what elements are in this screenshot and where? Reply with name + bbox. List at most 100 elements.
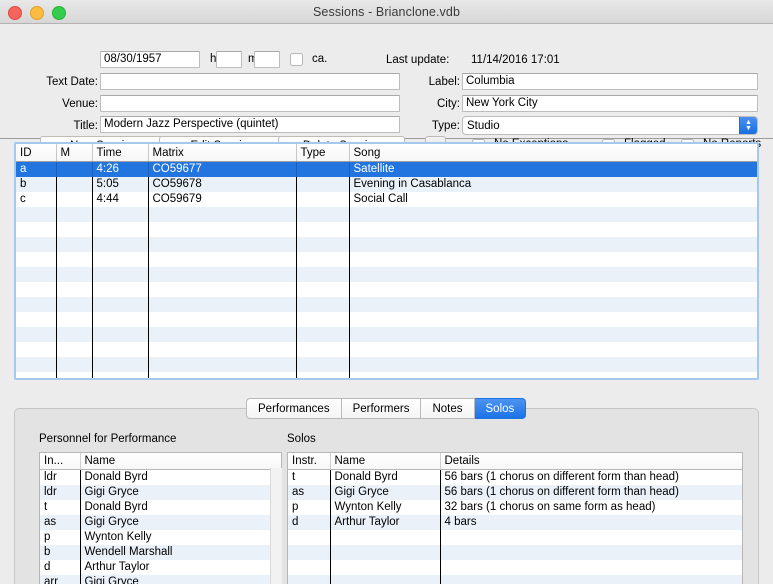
column-header-time[interactable]: Time [92,144,149,162]
table-row-empty[interactable] [16,372,757,378]
table-row-empty[interactable] [16,267,757,282]
tab-solos[interactable]: Solos [474,398,527,419]
tab-performances[interactable]: Performances [246,398,342,419]
city-input[interactable]: New York City [462,95,758,112]
cell-empty [16,372,57,378]
text-date-input[interactable] [100,73,400,90]
table-row-empty[interactable] [16,237,757,252]
table-row-empty[interactable] [16,342,757,357]
column-header-song[interactable]: Song [349,144,757,162]
solos-row[interactable]: p Wynton Kelly 32 bars (1 chorus on same f… [288,500,742,515]
solos-row[interactable]: as Gigi Gryce 56 bars (1 chorus on differe… [288,485,742,500]
table-row-empty[interactable] [16,222,757,237]
personnel-row[interactable]: arr Gigi Gryce [40,575,281,584]
personnel-row[interactable]: ldr Gigi Gryce [40,485,281,500]
table-row-empty[interactable] [16,327,757,342]
solos-row-empty[interactable] [288,575,742,584]
cell-empty [92,267,149,282]
column-header-id[interactable]: ID [16,144,57,162]
cell-instr: as [288,485,331,500]
cell-id: a [16,161,57,177]
personnel-column-header-instrument[interactable]: In... [40,453,81,470]
solos-column-header-instrument[interactable]: Instr. [288,453,331,470]
column-header-matrix[interactable]: Matrix [148,144,297,162]
table-row[interactable]: a 4:26 CO59677 Satellite [16,161,757,177]
cell-empty [440,530,742,545]
cell-empty [56,342,93,357]
table-row-empty[interactable] [16,312,757,327]
personnel-row[interactable]: as Gigi Gryce [40,515,281,530]
label-label: Label: [428,76,460,88]
table-row[interactable]: c 4:44 CO59679 Social Call [16,192,757,207]
venue-input[interactable] [100,95,400,112]
type-select[interactable]: Studio ▲ ▼ [462,116,758,135]
label-input[interactable]: Columbia [462,73,758,90]
cell-empty [148,282,297,297]
cell-name: Donald Byrd [330,469,441,485]
ca-checkbox[interactable] [290,53,303,66]
table-row-empty[interactable] [16,282,757,297]
table-row-empty[interactable] [16,357,757,372]
solos-column-header-details[interactable]: Details [440,453,742,470]
cell-details: 32 bars (1 chorus on same form as head) [444,501,656,513]
tab-notes[interactable]: Notes [421,398,475,419]
column-header-m[interactable]: M [56,144,93,162]
cell-empty [16,222,57,237]
cell-empty [56,312,93,327]
solos-table-container[interactable]: Instr. Name Details t Donald Byrd 56 bars … [287,452,743,584]
solos-row-empty[interactable] [288,560,742,575]
solos-row-empty[interactable] [288,530,742,545]
cell-empty [296,282,350,297]
column-header-type[interactable]: Type [296,144,350,162]
personnel-row[interactable]: t Donald Byrd [40,500,281,515]
cell-empty [330,575,441,584]
type-selected-value: Studio [467,119,500,132]
hour-input[interactable] [216,51,242,68]
cell-empty [296,327,350,342]
personnel-row[interactable]: b Wendell Marshall [40,545,281,560]
sessions-table-container[interactable]: ID M Time Matrix Type Song a 4:26 CO59677 S… [14,142,759,380]
cell-instr: p [288,500,331,515]
cell-empty [92,237,149,252]
table-row-empty[interactable] [16,252,757,267]
title-input[interactable]: Modern Jazz Perspective (quintet) [100,116,400,133]
cell-matrix: CO59678 [148,177,297,192]
solos-row-empty[interactable] [288,545,742,560]
cell-empty [349,252,757,267]
minute-input[interactable] [254,51,280,68]
tab-performers[interactable]: Performers [341,398,422,419]
solos-column-header-name[interactable]: Name [330,453,441,470]
date-input[interactable]: 08/30/1957 [100,51,200,68]
cell-empty [288,545,331,560]
cell-empty [330,530,441,545]
title-label: Title: [73,120,99,132]
cell-empty [296,222,350,237]
cell-empty [296,207,350,222]
cell-empty [16,207,57,222]
personnel-row[interactable]: ldr Donald Byrd [40,469,281,485]
personnel-row[interactable]: d Arthur Taylor [40,560,281,575]
cell-empty [16,267,57,282]
personnel-scrollbar[interactable] [270,468,282,584]
cell-time: 4:26 [92,161,149,177]
cell-empty [349,357,757,372]
personnel-column-header-name[interactable]: Name [80,453,281,470]
close-button[interactable] [8,6,22,20]
venue-label: Venue: [62,98,98,110]
table-row-empty[interactable] [16,297,757,312]
cell-song: Satellite [353,163,395,175]
cell-empty [148,357,297,372]
minimize-button[interactable] [30,6,44,20]
maximize-button[interactable] [52,6,66,20]
table-row-empty[interactable] [16,207,757,222]
cell-matrix: CO59677 [148,161,297,177]
table-row[interactable]: b 5:05 CO59678 Evening in Casablanca [16,177,757,192]
cell-m [56,161,93,177]
sessions-table-body: a 4:26 CO59677 Satellite b 5:05 CO59678 Evening… [16,161,757,378]
solos-row[interactable]: t Donald Byrd 56 bars (1 chorus on differe… [288,469,742,485]
solos-row[interactable]: d Arthur Taylor 4 bars [288,515,742,530]
cell-name: Gigi Gryce [84,486,139,498]
personnel-table-container[interactable]: In... Name ldr Donald Byrd ldr Gigi Gryce t D… [39,452,282,584]
personnel-row[interactable]: p Wynton Kelly [40,530,281,545]
cell-empty [148,207,297,222]
